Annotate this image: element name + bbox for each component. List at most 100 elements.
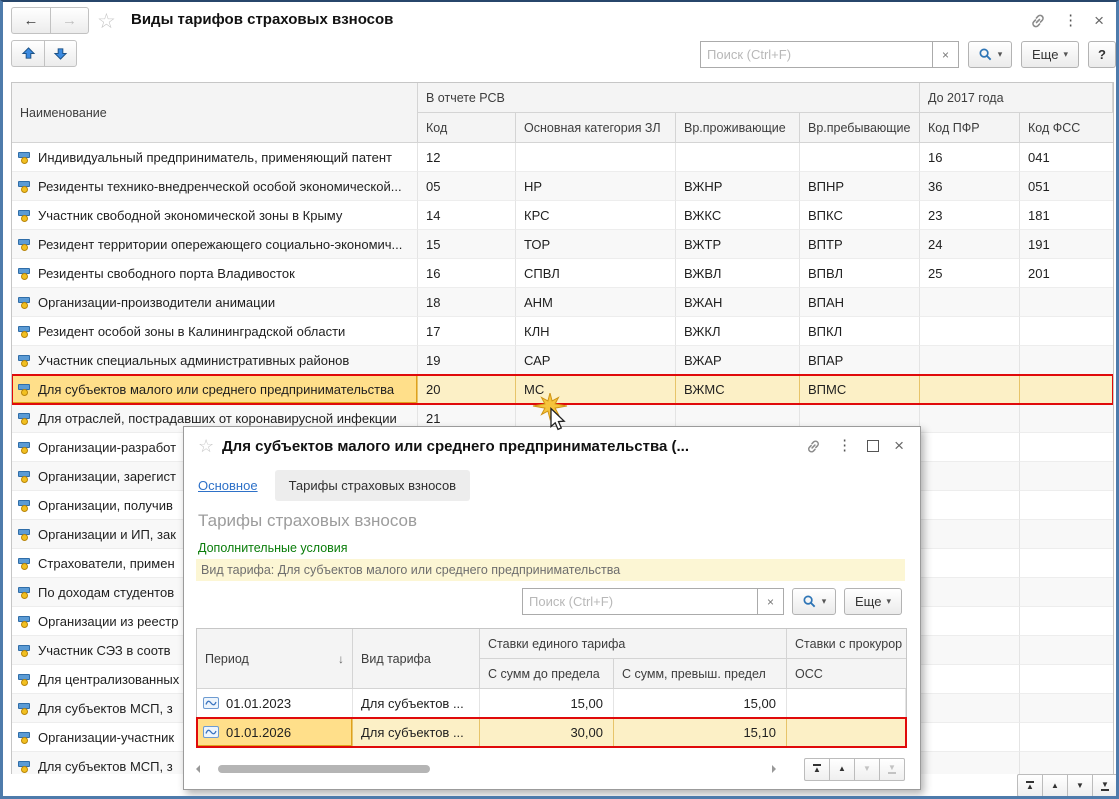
scroll-down-button[interactable]: ▼ — [854, 757, 880, 781]
more-menu-icon[interactable]: ⋮ — [837, 438, 852, 454]
table-row[interactable]: 01.01.2026 Для субъектов ... 30,00 15,10 — [196, 717, 907, 748]
catalog-item-icon — [18, 209, 32, 222]
dropdown-caret-icon: ▾ — [997, 49, 1003, 59]
column-group-before-2017[interactable]: До 2017 года — [920, 83, 1113, 113]
scroll-up-button[interactable]: ▲ — [1042, 774, 1068, 796]
clear-search-button[interactable]: × — [757, 589, 783, 614]
catalog-item-icon — [18, 180, 32, 193]
down-icon: ▼ — [1076, 780, 1084, 790]
move-up-button[interactable] — [11, 40, 44, 67]
scroll-to-top-button[interactable]: ▲ — [804, 757, 830, 781]
table-header: Наименование В отчете РСВ До 2017 года К… — [12, 83, 1113, 143]
forward-button[interactable]: → — [50, 7, 89, 34]
section-heading: Тарифы страховых взносов — [198, 511, 418, 530]
back-button[interactable]: ← — [11, 7, 50, 34]
favorite-star-icon[interactable]: ☆ — [97, 9, 116, 34]
more-button[interactable]: Еще ▾ — [844, 588, 902, 615]
scroll-to-bottom-button[interactable]: ▼ — [1092, 774, 1116, 796]
table-row[interactable]: Резидент особой зоны в Калининградской о… — [12, 317, 1113, 346]
search-button[interactable]: ▾ — [968, 41, 1012, 68]
column-header-name[interactable]: Наименование — [12, 83, 418, 143]
column-group-unified-rates[interactable]: Ставки единого тарифа — [480, 629, 787, 659]
table-cell: ВПМС — [800, 375, 920, 404]
link-icon[interactable] — [805, 438, 822, 455]
column-header-vr-preb[interactable]: Вр.пребывающие — [800, 113, 920, 143]
row-name-label: Резиденты технико-внедренческой особой э… — [38, 178, 402, 194]
more-menu-icon[interactable]: ⋮ — [1063, 13, 1078, 29]
scroll-right-icon[interactable] — [772, 765, 776, 773]
column-header-tariff-type[interactable]: Вид тарифа — [353, 629, 480, 689]
row-name-label: Организации-производители анимации — [38, 294, 276, 310]
row-name-label: Резидент территории опережающего социаль… — [38, 236, 403, 252]
dropdown-caret-icon: ▾ — [821, 596, 827, 606]
table-cell: АНМ — [516, 288, 676, 317]
table-cell: 20 — [418, 375, 516, 404]
table-cell — [920, 404, 1020, 433]
table-cell: 201 — [1020, 259, 1113, 288]
table-cell: ВПНР — [800, 172, 920, 201]
row-name-label: Участник специальных административных ра… — [38, 352, 350, 368]
close-icon[interactable]: × — [894, 437, 904, 454]
row-name-cell: Резидент особой зоны в Калининградской о… — [12, 317, 418, 346]
column-header-vr-prozh[interactable]: Вр.проживающие — [676, 113, 800, 143]
column-header-above-limit[interactable]: С сумм, превыш. предел — [614, 659, 787, 689]
row-name-cell: Участник свободной экономической зоны в … — [12, 201, 418, 230]
more-button[interactable]: Еще ▾ — [1021, 41, 1079, 68]
column-header-kod[interactable]: Код — [418, 113, 516, 143]
search-input[interactable] — [701, 42, 932, 67]
column-group-prosecutor-rates[interactable]: Ставки с прокурор — [787, 629, 906, 659]
scroll-down-button[interactable]: ▼ — [1067, 774, 1093, 796]
row-name-label: По доходам студентов — [38, 584, 175, 600]
table-cell — [1020, 462, 1113, 491]
table-cell: МС — [516, 375, 676, 404]
tab-tariffs[interactable]: Тарифы страховых взносов — [274, 469, 471, 501]
table-cell: 24 — [920, 230, 1020, 259]
table-row[interactable]: Резиденты свободного порта Владивосток 16… — [12, 259, 1113, 288]
to-top-icon: ▲ — [813, 764, 821, 774]
tab-main[interactable]: Основное — [198, 478, 258, 493]
table-cell: КРС — [516, 201, 676, 230]
horizontal-scrollbar[interactable] — [206, 764, 766, 774]
clear-search-button[interactable]: × — [932, 42, 958, 67]
column-header-period[interactable]: Период ↓ — [197, 629, 353, 689]
popup-tabs: Основное Тарифы страховых взносов — [198, 469, 471, 501]
column-header-oss[interactable]: ОСС — [787, 659, 906, 689]
table-cell — [1020, 665, 1113, 694]
scrollbar-thumb[interactable] — [218, 765, 430, 773]
table-row[interactable]: Организации-производители анимации 18 АНМ В… — [12, 288, 1113, 317]
column-header-kod-fss[interactable]: Код ФСС — [1020, 113, 1113, 143]
scroll-to-bottom-button[interactable]: ▼ — [879, 757, 905, 781]
maximize-icon[interactable] — [867, 440, 880, 452]
table-row[interactable]: Участник специальных административных ра… — [12, 346, 1113, 375]
table-row[interactable]: 01.01.2023 Для субъектов ... 15,00 15,00 — [197, 689, 906, 718]
table-row[interactable]: Резидент территории опережающего социаль… — [12, 230, 1113, 259]
link-icon[interactable] — [1029, 12, 1047, 30]
table-cell — [920, 491, 1020, 520]
help-button[interactable]: ? — [1087, 41, 1116, 68]
table-cell: 19 — [418, 346, 516, 375]
move-down-button[interactable] — [44, 40, 77, 67]
table-row[interactable]: Участник свободной экономической зоны в … — [12, 201, 1113, 230]
close-icon[interactable]: × — [1094, 12, 1104, 29]
scroll-to-top-button[interactable]: ▲ — [1017, 774, 1043, 796]
table-row[interactable]: Индивидуальный предприниматель, применяю… — [12, 143, 1113, 172]
column-group-rsv[interactable]: В отчете РСВ — [418, 83, 920, 113]
popup-table-footer: ▲ ▲ ▼ ▼ — [196, 756, 905, 782]
scroll-up-button[interactable]: ▲ — [829, 757, 855, 781]
table-cell — [1020, 491, 1113, 520]
table-row[interactable]: Для субъектов малого или среднего предпр… — [12, 374, 1113, 405]
search-button[interactable]: ▾ — [792, 588, 836, 615]
table-row[interactable]: Резиденты технико-внедренческой особой э… — [12, 172, 1113, 201]
favorite-star-icon[interactable]: ☆ — [198, 436, 214, 457]
table-cell — [920, 346, 1020, 375]
row-name-label: Резидент особой зоны в Калининградской о… — [38, 323, 346, 339]
table-cell: 15,10 — [614, 718, 787, 747]
column-header-kod-pfr[interactable]: Код ПФР — [920, 113, 1020, 143]
additional-conditions-link[interactable]: Дополнительные условия — [198, 541, 348, 555]
row-name-label: Организации, получив — [38, 497, 173, 513]
search-input[interactable] — [523, 589, 757, 614]
scroll-left-icon[interactable] — [196, 765, 200, 773]
table-body: 01.01.2023 Для субъектов ... 15,00 15,00 01.… — [196, 689, 907, 748]
column-header-below-limit[interactable]: С сумм до предела — [480, 659, 614, 689]
column-header-category[interactable]: Основная категория ЗЛ — [516, 113, 676, 143]
